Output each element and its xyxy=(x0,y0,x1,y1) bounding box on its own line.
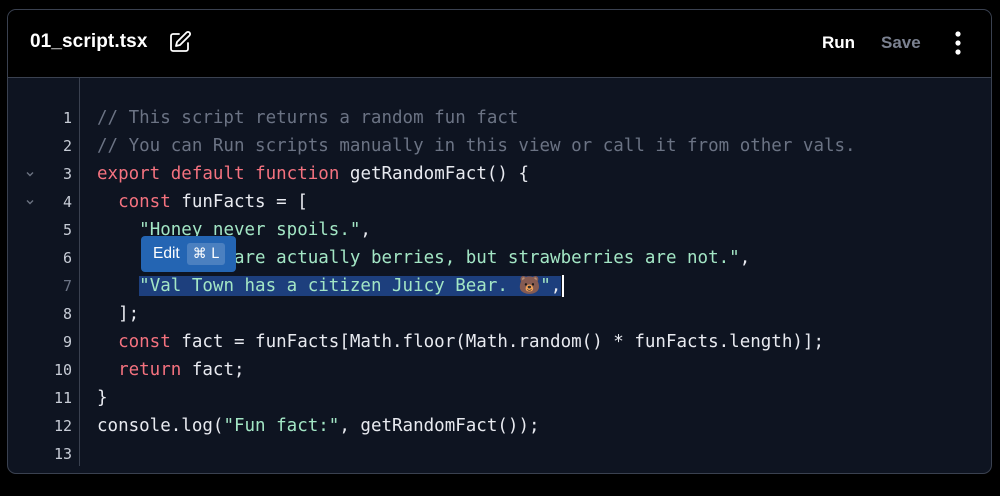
file-name: 01_script.tsx xyxy=(30,31,148,52)
fold-chevron-icon[interactable] xyxy=(25,169,35,179)
code-token: default xyxy=(170,164,245,184)
line-number-gutter: 1 2 3 4 5 6 7 8 9 10 11 12 13 xyxy=(8,78,80,473)
line-number: 5 xyxy=(62,221,72,239)
inline-edit-tooltip[interactable]: Edit ⌘ L xyxy=(141,236,236,272)
code-token: , xyxy=(360,220,371,240)
line-number: 12 xyxy=(53,417,72,435)
line-number: 6 xyxy=(62,249,72,267)
code-line[interactable]: const funFacts = [ xyxy=(97,188,308,216)
more-options-icon[interactable] xyxy=(948,30,968,56)
code-editor[interactable]: 1 2 3 4 5 6 7 8 9 10 11 12 13 // This script returns… xyxy=(8,78,991,473)
line-number: 10 xyxy=(53,361,72,379)
code-line[interactable]: export default function getRandomFact() … xyxy=(97,160,529,188)
code-token: fact; xyxy=(181,360,245,380)
code-token: funFacts = [ xyxy=(170,192,308,212)
line-number: 11 xyxy=(53,389,72,407)
fold-chevron-icon[interactable] xyxy=(25,197,35,207)
code-line[interactable]: "Val Town has a citizen Juicy Bear. 🐻", xyxy=(97,272,565,300)
line-number: 13 xyxy=(53,445,72,463)
keyboard-shortcut: ⌘ L xyxy=(186,243,225,265)
code-token: // You can Run scripts manually in this … xyxy=(97,136,856,156)
line-number: 3 xyxy=(62,165,72,183)
edit-tooltip-label: Edit xyxy=(153,245,180,262)
code-token: , getRandomFact()); xyxy=(339,416,540,436)
text-cursor xyxy=(562,275,565,297)
line-number: 1 xyxy=(62,109,72,127)
save-button[interactable]: Save xyxy=(881,33,921,53)
code-line[interactable]: ]; xyxy=(97,300,139,328)
code-token: console.log( xyxy=(97,416,224,436)
code-line[interactable]: const fact = funFacts[Math.floor(Math.ra… xyxy=(97,328,824,356)
line-number: 7 xyxy=(62,277,72,295)
code-token: export xyxy=(97,164,161,184)
code-line[interactable]: } xyxy=(97,384,108,412)
line-number: 4 xyxy=(62,193,72,211)
code-token: ]; xyxy=(97,304,140,324)
editor-window: 01_script.tsx Run Save 1 2 3 4 5 6 7 8 9 10 11 12 13… xyxy=(7,9,992,474)
code-line[interactable]: return fact; xyxy=(97,356,245,384)
code-area[interactable]: // This script returns a random fun fact… xyxy=(97,78,991,473)
code-token: fact = funFacts[Math.floor(Math.random()… xyxy=(170,332,824,352)
code-token: } xyxy=(97,388,108,408)
code-line[interactable]: // You can Run scripts manually in this … xyxy=(97,132,856,160)
code-token: "Fun fact:" xyxy=(223,416,340,436)
code-token: function xyxy=(255,164,340,184)
code-token: , xyxy=(550,276,562,296)
line-number: 9 xyxy=(62,333,72,351)
code-line[interactable]: console.log("Fun fact:", getRandomFact()… xyxy=(97,412,540,440)
code-token: const xyxy=(118,192,171,212)
gutter-divider xyxy=(79,78,80,466)
code-token: "Val Town has a citizen Juicy Bear. 🐻" xyxy=(139,276,551,296)
run-button[interactable]: Run xyxy=(822,33,855,53)
line-number: 2 xyxy=(62,137,72,155)
code-token: const xyxy=(118,332,171,352)
code-line[interactable]: // This script returns a random fun fact xyxy=(97,104,518,132)
code-token: , xyxy=(739,248,751,268)
code-token: return xyxy=(118,360,182,380)
code-token: // This script returns a random fun fact xyxy=(97,108,519,128)
code-token: getRandomFact() { xyxy=(339,164,530,184)
editor-header: 01_script.tsx Run Save xyxy=(8,10,991,78)
line-number: 8 xyxy=(62,305,72,323)
edit-filename-icon[interactable] xyxy=(168,30,192,54)
